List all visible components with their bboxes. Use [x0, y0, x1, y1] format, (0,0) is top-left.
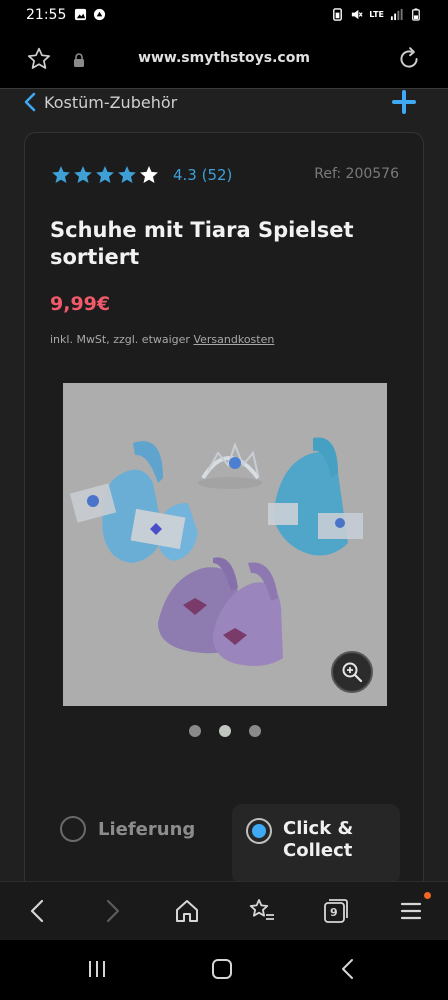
blue-shoe-right	[268, 437, 363, 556]
rating-text[interactable]: 4.3 (52)	[173, 166, 232, 184]
image-carousel-dots	[189, 725, 261, 737]
url-field[interactable]: www.smythstoys.com	[0, 50, 448, 66]
status-left-icons	[74, 8, 106, 21]
gallery-notification-icon	[74, 8, 87, 21]
star-icon	[96, 166, 114, 183]
plus-icon[interactable]	[392, 90, 416, 114]
star-list-icon[interactable]	[248, 898, 276, 924]
purple-shoes	[158, 557, 283, 667]
divider	[0, 88, 448, 89]
click-collect-label: Click & Collect	[283, 818, 354, 861]
mute-icon	[352, 9, 363, 20]
back-nav-icon[interactable]	[340, 958, 356, 980]
breadcrumb-label: Kostüm-Zubehör	[44, 92, 178, 112]
tax-note: inkl. MwSt, zzgl. etwaiger Versandkosten	[50, 333, 274, 346]
zoom-button[interactable]	[331, 651, 373, 693]
breadcrumb-back[interactable]: Kostüm-Zubehör	[24, 92, 177, 112]
product-image[interactable]	[63, 383, 387, 706]
star-icon	[74, 166, 92, 183]
product-rating[interactable]: 4.3 (52)	[51, 165, 232, 185]
rating-stars	[51, 165, 159, 185]
delivery-option-label: Lieferung	[98, 818, 196, 840]
system-navigation-bar	[0, 940, 448, 1000]
home-icon[interactable]	[174, 898, 200, 924]
notification-dot	[424, 892, 431, 899]
tiara	[198, 442, 262, 489]
chevron-left-icon	[24, 92, 36, 112]
carousel-dot[interactable]	[219, 725, 231, 737]
battery-saver-icon	[333, 8, 343, 21]
tax-note-text: inkl. MwSt, zzgl. etwaiger	[50, 333, 194, 346]
carousel-dot[interactable]	[189, 725, 201, 737]
back-icon[interactable]	[28, 898, 46, 924]
battery-icon	[412, 8, 420, 21]
browser-url-bar: www.smythstoys.com	[0, 32, 448, 90]
status-time: 21:55	[26, 7, 67, 23]
delivery-option[interactable]: Lieferung	[60, 816, 195, 842]
shipping-link[interactable]: Versandkosten	[193, 333, 274, 346]
reload-icon[interactable]	[396, 46, 422, 72]
carousel-dot[interactable]	[249, 725, 261, 737]
click-collect-radio[interactable]	[246, 818, 272, 844]
product-title: Schuhe mit Tiara Spielset sortiert	[50, 218, 354, 269]
app-notification-icon	[93, 8, 106, 21]
star-icon	[118, 166, 136, 183]
blue-shoe-left	[69, 441, 198, 563]
star-icon	[52, 166, 70, 183]
home-nav-icon[interactable]	[211, 958, 233, 980]
product-reference: Ref: 200576	[314, 166, 399, 182]
product-card: 4.3 (52) Ref: 200576 Schuhe mit Tiara Sp…	[24, 132, 424, 881]
status-bar: 21:55 LTE	[0, 0, 448, 32]
product-price: 9,99€	[50, 293, 111, 315]
status-right-icons: LTE	[331, 8, 422, 21]
tab-count: 9	[330, 906, 338, 919]
tabs-button[interactable]: 9	[322, 897, 350, 929]
menu-icon[interactable]	[400, 898, 422, 924]
browser-toolbar: 9	[0, 881, 448, 940]
forward-icon[interactable]	[104, 898, 122, 924]
web-page: Kostüm-Zubehör 4.3 (52) Ref: 200576 Schu…	[0, 88, 448, 881]
click-collect-option[interactable]: Click & Collect	[232, 804, 400, 881]
star-icon	[140, 166, 158, 183]
signal-icon	[390, 8, 403, 21]
recent-apps-icon[interactable]	[86, 958, 108, 980]
network-type: LTE	[369, 10, 384, 19]
zoom-in-icon	[342, 662, 363, 683]
delivery-radio[interactable]	[60, 816, 86, 842]
radio-selected-indicator	[252, 824, 266, 838]
